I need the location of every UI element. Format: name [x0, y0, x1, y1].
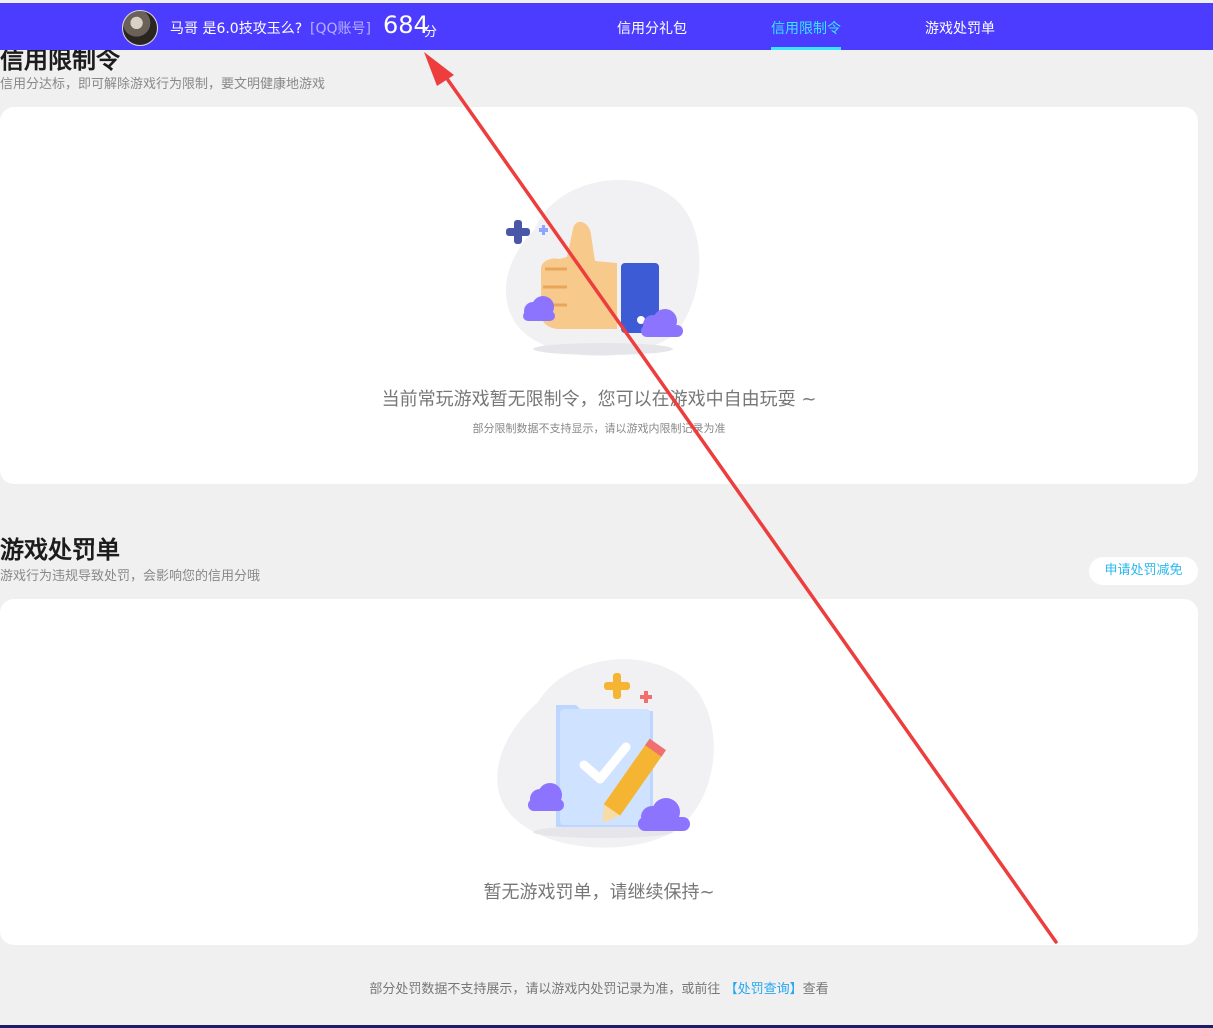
- tab-credit-gift[interactable]: 信用分礼包: [617, 18, 687, 38]
- tab-credit-restriction[interactable]: 信用限制令: [771, 18, 841, 38]
- avatar[interactable]: [122, 10, 158, 46]
- penalty-title: 游戏处罚单: [0, 536, 120, 564]
- score-unit: 分: [424, 25, 438, 40]
- penalty-query-link[interactable]: 【处罚查询】: [725, 982, 803, 997]
- annotation-arrow-head: [424, 52, 454, 86]
- apply-penalty-reduction-button[interactable]: 申请处罚减免: [1089, 557, 1198, 585]
- restriction-empty-message: 当前常玩游戏暂无限制令，您可以在游戏中自由玩耍 ~: [381, 389, 817, 410]
- penalty-subtitle: 游戏行为违规导致处罚，会影响您的信用分哦: [0, 569, 261, 584]
- footer-text: 部分处罚数据不支持展示，请以游戏内处罚记录为准，或前往: [369, 982, 721, 997]
- credit-score: 684: [383, 11, 429, 39]
- restriction-empty-note: 部分限制数据不支持显示，请以游戏内限制记录为准: [472, 422, 726, 435]
- penalty-empty-message: 暂无游戏罚单，请继续保持~: [483, 882, 715, 903]
- penalty-card: 暂无游戏罚单，请继续保持~: [0, 599, 1198, 945]
- restriction-subtitle: 信用分达标，即可解除游戏行为限制，要文明健康地游戏: [0, 77, 326, 92]
- tab-game-penalty[interactable]: 游戏处罚单: [925, 18, 995, 38]
- top-bar: 马哥 是6.0技攻玉么? [QQ账号] 684 分 信用分礼包 信用限制令 游戏…: [0, 3, 1213, 50]
- thumbs-up-illustration: [505, 179, 700, 356]
- footer-note: 部分处罚数据不支持展示，请以游戏内处罚记录为准，或前往 【处罚查询】查看: [0, 978, 1198, 997]
- restriction-card: 当前常玩游戏暂无限制令，您可以在游戏中自由玩耍 ~ 部分限制数据不支持显示，请以…: [0, 107, 1198, 484]
- footer-text-end: 查看: [802, 982, 829, 997]
- username: 马哥 是6.0技攻玉么?: [170, 21, 303, 37]
- active-tab-indicator: [771, 47, 841, 50]
- clipboard-check-illustration: [497, 659, 714, 848]
- account-type: [QQ账号]: [310, 21, 371, 37]
